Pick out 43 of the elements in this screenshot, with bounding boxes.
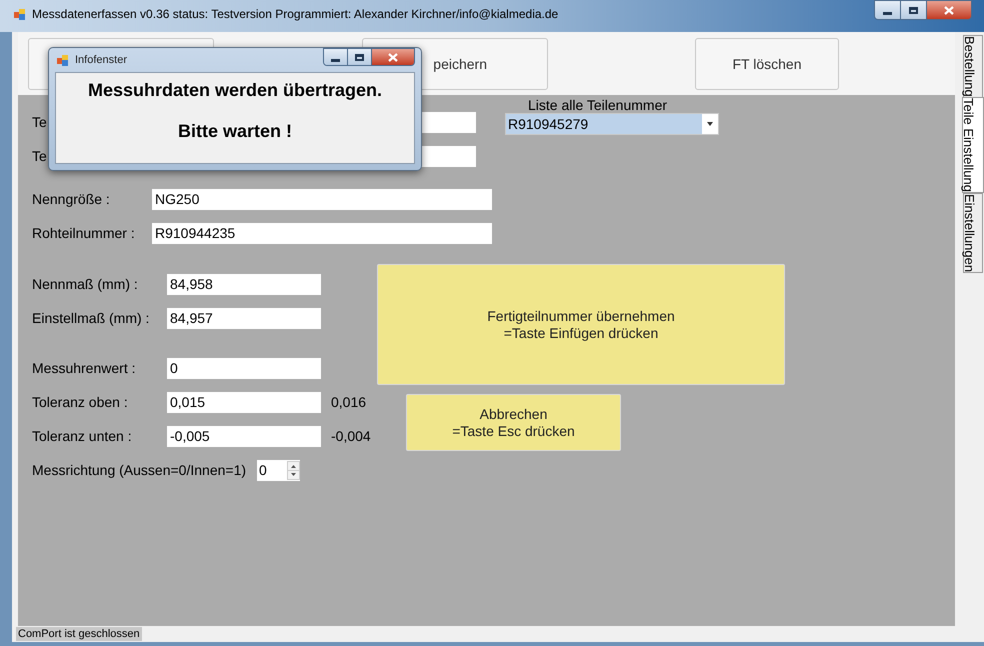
toolbar-button[interactable]: FT löschen (695, 38, 839, 90)
field-label: Te (32, 146, 48, 166)
tolerance-value: -0,004 (331, 426, 371, 446)
app-icon (57, 54, 69, 66)
input-field[interactable]: 0,015 (167, 392, 321, 412)
side-tab[interactable]: Einstellungen (963, 192, 983, 273)
number-spinner[interactable]: 0 (257, 460, 300, 480)
field-label: Toleranz oben : (32, 392, 129, 412)
list-label: Liste alle Teilenummer (528, 97, 668, 113)
minimize-button[interactable] (875, 1, 901, 19)
maximize-button[interactable] (348, 49, 372, 65)
minimize-button[interactable] (324, 49, 348, 65)
side-tab[interactable]: Teile Einstellung (962, 96, 984, 193)
input-field[interactable]: NG250 (152, 188, 492, 210)
input-field[interactable]: 0 (167, 358, 321, 378)
action-button[interactable]: Fertigteilnummer übernehmen =Taste Einfügen drücken (377, 264, 785, 385)
side-tab[interactable]: Bestellung (963, 35, 983, 98)
dialog-message: Bitte warten ! (178, 120, 292, 143)
status-text: ComPort ist geschlossen (16, 627, 142, 641)
action-button[interactable]: Abbrechen =Taste Esc drücken (406, 394, 621, 451)
close-button[interactable] (927, 1, 971, 19)
close-icon (388, 52, 398, 62)
input-field[interactable]: -0,005 (167, 426, 321, 446)
tolerance-value: 0,016 (331, 392, 366, 412)
input-field[interactable]: 84,958 (167, 274, 321, 294)
field-label: Messrichtung (Aussen=0/Innen=1) (32, 460, 246, 480)
field-label: Nennmaß (mm) : (32, 274, 139, 294)
close-button[interactable] (372, 49, 414, 65)
input-field[interactable]: 84,957 (167, 308, 321, 328)
window-title: Messdatenerfassen v0.36 status: Testversion Programmiert: Alexander Kirchner/info@kialmedia.de (32, 8, 558, 21)
spinner-arrows-icon (287, 460, 300, 480)
part-number-dropdown[interactable]: R910945279 (505, 113, 719, 135)
app-icon (14, 8, 26, 20)
field-label: Einstellmaß (mm) : (32, 308, 150, 328)
field-label: Nenngröße : (32, 190, 111, 209)
input-field[interactable]: R910944235 (152, 222, 492, 244)
field-label: Toleranz unten : (32, 426, 133, 446)
maximize-button[interactable] (901, 1, 927, 19)
field-label: Te (32, 112, 48, 132)
field-label: Messuhrenwert : (32, 358, 136, 378)
field-label: Rohteilnummer : (32, 224, 136, 242)
dialog-title: Infofenster (75, 52, 127, 68)
close-icon (944, 6, 954, 14)
